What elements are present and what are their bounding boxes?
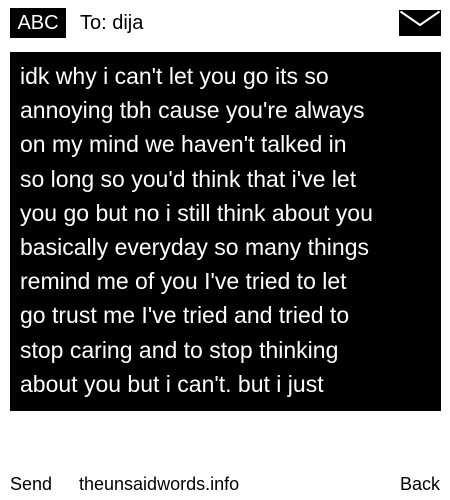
header-bar: ABC To: dija	[0, 0, 450, 44]
message-body-field[interactable]: idk why i can't let you go its so annoyi…	[10, 52, 441, 411]
send-button[interactable]: Send	[10, 468, 52, 500]
softkey-bar: Send theunsaidwords.info Back	[0, 468, 450, 500]
recipient-label: To: dija	[80, 12, 144, 34]
site-label: theunsaidwords.info	[79, 474, 240, 494]
envelope-icon	[399, 10, 441, 36]
back-button[interactable]: Back	[400, 468, 440, 500]
message-text: idk why i can't let you go its so annoyi…	[20, 63, 373, 397]
input-mode-badge: ABC	[10, 8, 66, 38]
